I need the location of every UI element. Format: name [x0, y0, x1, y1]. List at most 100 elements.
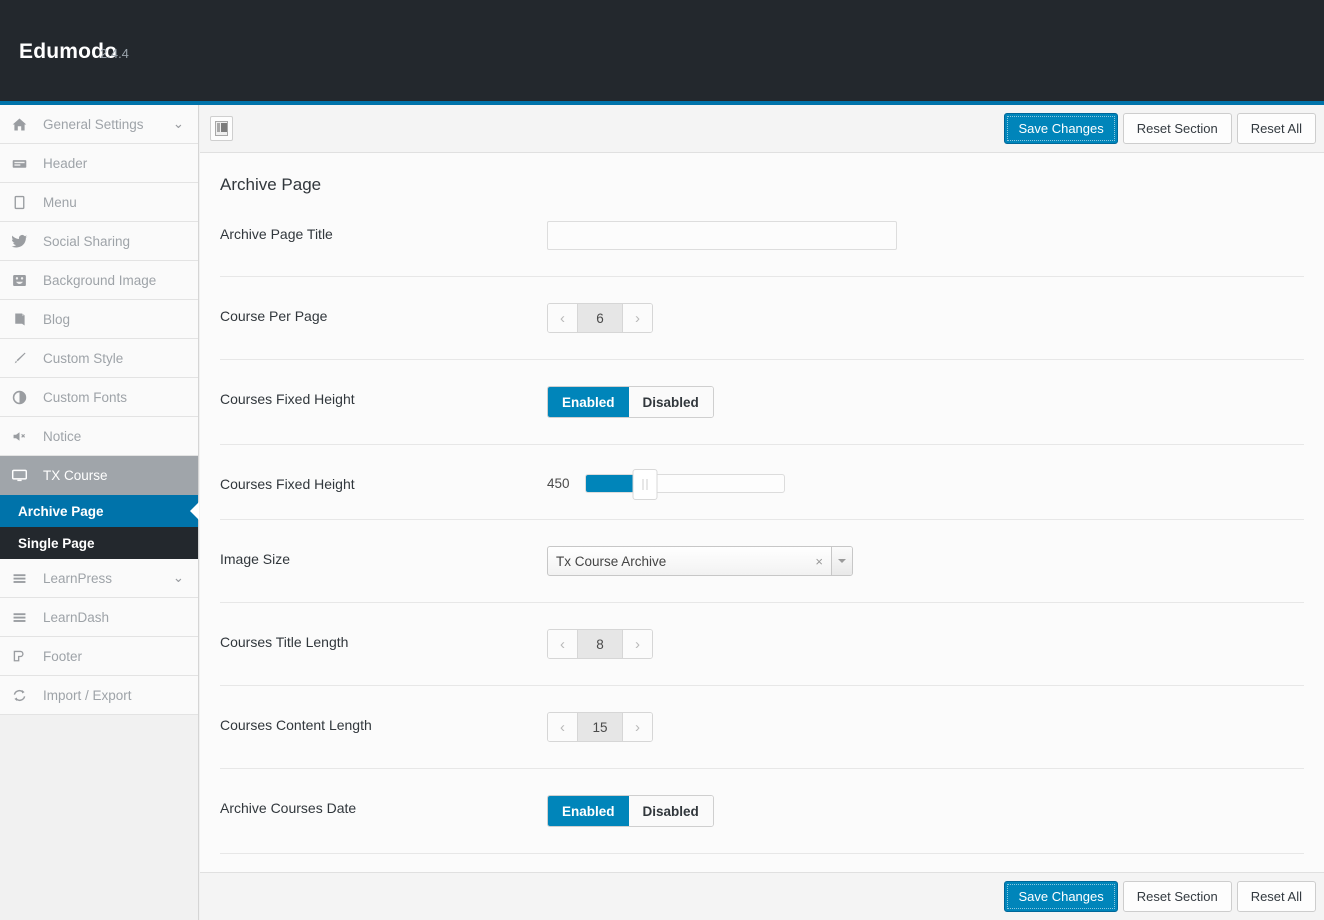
chevron-down-icon[interactable]: ⌄ — [173, 116, 184, 132]
sidebar-item-label: Import / Export — [43, 688, 132, 703]
reset-section-button-top[interactable]: Reset Section — [1123, 113, 1232, 144]
app-header: Edumodo 2.4.4 — [0, 0, 1324, 101]
stepper-decrement-icon[interactable]: ‹ — [548, 304, 577, 332]
enable-disable-toggle[interactable]: EnabledDisabled — [547, 386, 714, 418]
sidebar-subitem-label: Archive Page — [18, 504, 104, 519]
sidebar-item-label: Notice — [43, 429, 81, 444]
sync-icon — [11, 685, 39, 705]
toggle-option-enabled[interactable]: Enabled — [548, 796, 629, 826]
field-label: Image Size — [220, 546, 547, 567]
field-control: ‹8› — [547, 629, 1304, 659]
sidebar-item-background-image[interactable]: Background Image — [0, 261, 198, 300]
sidebar-item-import-export[interactable]: Import / Export — [0, 676, 198, 715]
reset-all-button-bottom[interactable]: Reset All — [1237, 881, 1316, 912]
sidebar-item-menu[interactable]: Menu — [0, 183, 198, 222]
field-label: Courses Fixed Height — [220, 386, 547, 407]
sidebar-subitem-label: Single Page — [18, 536, 95, 551]
slider-value: 450 — [547, 476, 575, 491]
number-stepper[interactable]: ‹15› — [547, 712, 653, 742]
archive-page-title-input[interactable] — [547, 221, 897, 250]
stepper-increment-icon[interactable]: › — [623, 630, 652, 658]
slider-handle[interactable] — [633, 469, 658, 500]
sidebar-item-label: Background Image — [43, 273, 156, 288]
home-icon — [11, 114, 39, 134]
toolbar-bottom: Save Changes Reset Section Reset All — [200, 872, 1324, 920]
sidebar-item-general-settings[interactable]: General Settings ⌄ — [0, 105, 198, 144]
sidebar-subitem-single-page[interactable]: Single Page — [0, 527, 198, 559]
image-size-select[interactable]: Tx Course Archive× — [547, 546, 853, 576]
sidebar-item-learnpress[interactable]: LearnPress ⌄ — [0, 559, 198, 598]
speaker-mute-icon — [11, 426, 39, 446]
chevron-down-icon[interactable]: ⌄ — [173, 570, 184, 586]
sidebar-item-header[interactable]: Header — [0, 144, 198, 183]
reset-section-button-bottom[interactable]: Reset Section — [1123, 881, 1232, 912]
panel-toggle-icon[interactable] — [210, 116, 233, 141]
settings-row: Courses Content Length‹15› — [220, 686, 1304, 769]
toolbar-top: Save Changes Reset Section Reset All — [200, 105, 1324, 153]
book-icon — [11, 309, 39, 329]
field-control: 450 — [547, 471, 1304, 493]
save-changes-button-top[interactable]: Save Changes — [1004, 113, 1117, 144]
toolbar-buttons-bottom: Save Changes Reset Section Reset All — [1004, 881, 1316, 912]
page-title: Archive Page — [200, 153, 1324, 195]
sidebar: General Settings ⌄ Header Menu Social Sharin… — [0, 105, 199, 920]
enable-disable-toggle[interactable]: EnabledDisabled — [547, 795, 714, 827]
contrast-icon — [11, 387, 39, 407]
field-label: Archive Courses Date — [220, 795, 547, 816]
field-control: Tx Course Archive× — [547, 546, 1304, 576]
reset-all-button-top[interactable]: Reset All — [1237, 113, 1316, 144]
toolbar-buttons-top: Save Changes Reset Section Reset All — [1004, 113, 1316, 144]
list-icon — [11, 568, 39, 588]
toggle-option-disabled[interactable]: Disabled — [629, 387, 713, 417]
main-panel: Save Changes Reset Section Reset All Arc… — [200, 105, 1324, 920]
field-control: EnabledDisabled — [547, 795, 1304, 827]
sidebar-item-blog[interactable]: Blog — [0, 300, 198, 339]
number-stepper[interactable]: ‹6› — [547, 303, 653, 333]
settings-row: Course Per Page‹6› — [220, 277, 1304, 360]
sidebar-item-social-sharing[interactable]: Social Sharing — [0, 222, 198, 261]
field-label: Courses Fixed Height — [220, 471, 547, 492]
stepper-value: 8 — [577, 630, 623, 658]
field-label: Courses Title Length — [220, 629, 547, 650]
field-control: EnabledDisabled — [547, 386, 1304, 418]
toggle-option-enabled[interactable]: Enabled — [548, 387, 629, 417]
save-changes-button-bottom[interactable]: Save Changes — [1004, 881, 1117, 912]
select-value: Tx Course Archive — [548, 554, 807, 569]
sidebar-item-label: General Settings — [43, 117, 144, 132]
version-label: 2.4.4 — [100, 46, 129, 61]
stepper-increment-icon[interactable]: › — [623, 304, 652, 332]
toggle-option-disabled[interactable]: Disabled — [629, 796, 713, 826]
sidebar-subitem-archive-page[interactable]: Archive Page — [0, 495, 198, 527]
menu-icon — [11, 192, 39, 212]
sidebar-item-custom-style[interactable]: Custom Style — [0, 339, 198, 378]
field-label: Course Per Page — [220, 303, 547, 324]
number-stepper[interactable]: ‹8› — [547, 629, 653, 659]
sidebar-item-label: Custom Style — [43, 351, 123, 366]
sidebar-item-footer[interactable]: Footer — [0, 637, 198, 676]
sidebar-item-label: TX Course — [43, 468, 108, 483]
stepper-increment-icon[interactable]: › — [623, 713, 652, 741]
stepper-decrement-icon[interactable]: ‹ — [548, 630, 577, 658]
settings-row: Courses Fixed HeightEnabledDisabled — [220, 360, 1304, 445]
sidebar-item-label: Header — [43, 156, 87, 171]
close-icon[interactable]: × — [807, 554, 831, 569]
sidebar-item-label: Social Sharing — [43, 234, 130, 249]
sidebar-item-label: LearnPress — [43, 571, 112, 586]
field-control: ‹6› — [547, 303, 1304, 333]
field-control — [547, 221, 1304, 250]
sidebar-item-tx-course[interactable]: TX Course — [0, 456, 198, 495]
settings-content: Archive Page Archive Page Title Course Pe… — [200, 153, 1324, 920]
sidebar-item-label: LearnDash — [43, 610, 109, 625]
sidebar-item-notice[interactable]: Notice — [0, 417, 198, 456]
slider-track[interactable] — [585, 474, 785, 493]
chevron-down-icon[interactable] — [831, 547, 852, 575]
sidebar-item-learndash[interactable]: LearnDash — [0, 598, 198, 637]
sidebar-item-custom-fonts[interactable]: Custom Fonts — [0, 378, 198, 417]
selected-pointer-icon — [190, 502, 199, 520]
stepper-decrement-icon[interactable]: ‹ — [548, 713, 577, 741]
panel-glyph — [215, 121, 228, 136]
field-label: Courses Content Length — [220, 712, 547, 733]
twitter-icon — [11, 231, 39, 251]
field-label: Archive Page Title — [220, 221, 547, 242]
footer-flag-icon — [11, 646, 39, 666]
